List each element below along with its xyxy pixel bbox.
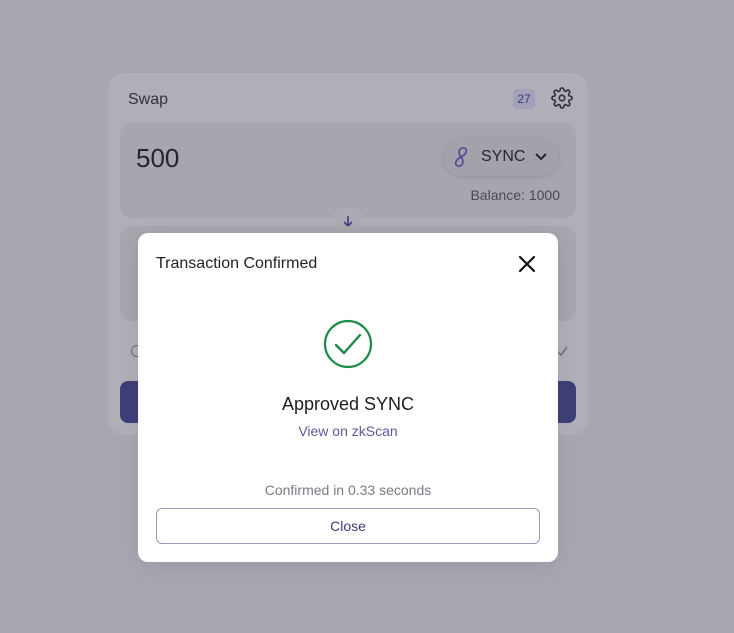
input-panel: 500 SYNC Balance: 1000 (120, 123, 576, 218)
balance-text: Balance: 1000 (470, 187, 560, 203)
success-check-icon (323, 319, 373, 369)
close-button[interactable]: Close (156, 508, 540, 544)
token-label: SYNC (481, 148, 526, 165)
close-icon[interactable] (516, 253, 538, 275)
gear-icon[interactable] (551, 87, 573, 109)
sync-token-icon (454, 147, 468, 167)
swap-title: Swap (128, 91, 169, 108)
chevron-down-icon (535, 153, 548, 161)
view-on-zkscan-link[interactable]: View on zkScan (138, 423, 558, 439)
amount-input[interactable]: 500 (136, 143, 179, 174)
modal-title: Transaction Confirmed (156, 255, 318, 272)
slippage-badge[interactable]: 27 (513, 89, 535, 109)
transaction-modal: Transaction Confirmed Approved SYNC View… (138, 233, 558, 562)
confirmation-time: Confirmed in 0.33 seconds (264, 482, 432, 498)
status-text: Approved SYNC (281, 394, 415, 414)
token-select-button[interactable]: SYNC (443, 138, 559, 176)
